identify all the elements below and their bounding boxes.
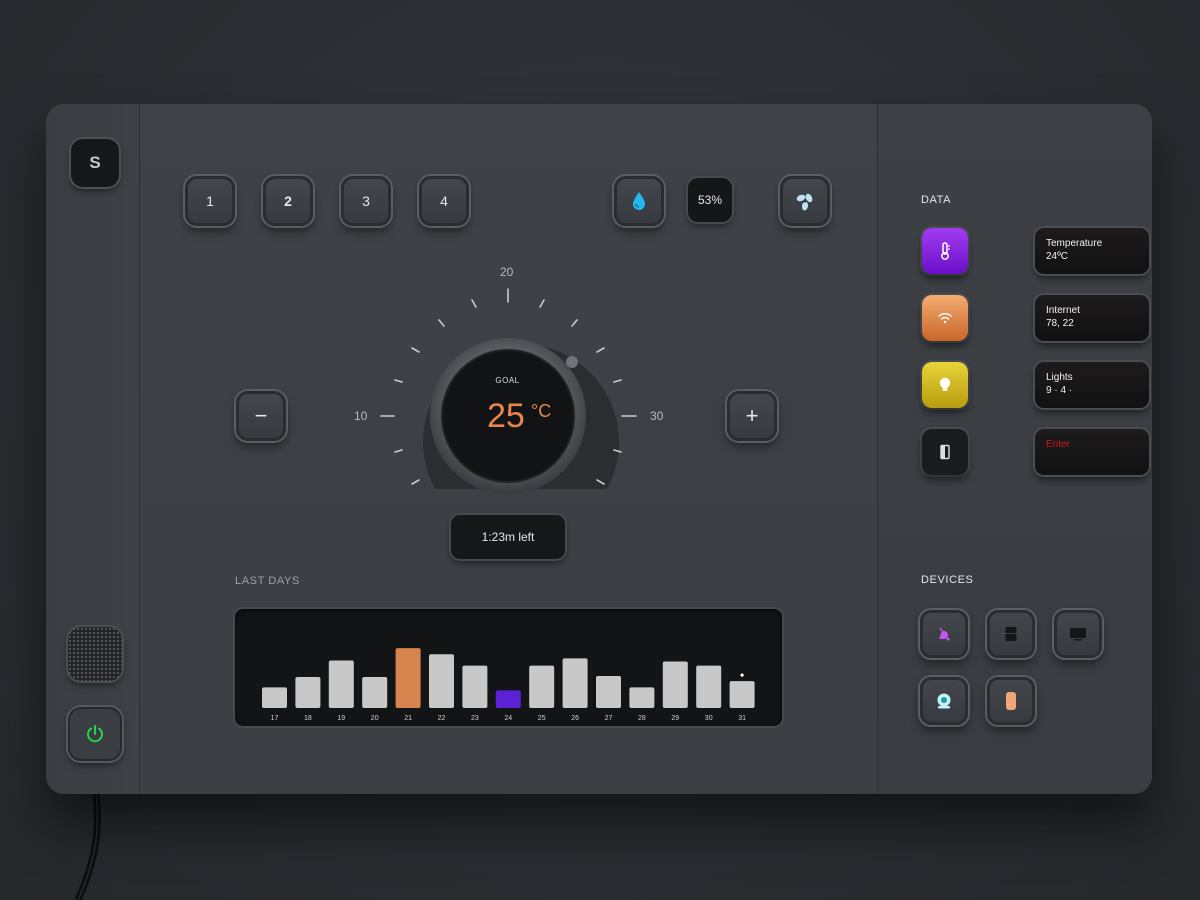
chart-tick-label: 23	[471, 715, 479, 722]
chart-bar-20	[362, 677, 388, 708]
chart-tick-label: 29	[671, 715, 679, 722]
minus-icon: −	[254, 403, 268, 428]
center-panel: 1 2 3 4 53% GOAL 25 °C 20 10 30 − + 1:23…	[140, 104, 878, 794]
goal-label: GOAL	[495, 376, 520, 385]
chart-bar-24	[495, 690, 521, 708]
wifi-icon	[938, 313, 952, 324]
last-days-chart: 17 18 19 20 21 22 23 24 25 26 27 28 29 30 31	[235, 609, 782, 726]
chart-tick-label: 31	[738, 715, 746, 722]
temperature-unit: °C	[531, 401, 552, 421]
internet-value: 78, 22	[1046, 318, 1074, 329]
time-left-display: 1:23m left	[451, 515, 565, 559]
lights-label: Lights	[1046, 372, 1073, 383]
vacuum-device-button[interactable]	[920, 610, 968, 658]
chart-tick-label: 26	[571, 715, 579, 722]
tv-icon	[1070, 628, 1086, 641]
bar-chart: 17 18 19 20 21 22 23 24 25 26 27 28 29 30 31	[262, 648, 755, 722]
lights-value: 9 · 4 ·	[1046, 385, 1073, 396]
vacuum-icon	[939, 627, 950, 641]
devices-title: DEVICES	[921, 574, 974, 586]
enter-label: Enter	[1046, 439, 1070, 450]
chart-tick-label: 21	[404, 715, 412, 722]
control-panel-device: S 1 2 3 4 53% GOAL 25 °C 20 10 30 − + 1:…	[46, 104, 1152, 794]
scale-label-right: 30	[650, 409, 664, 423]
enter-app-icon[interactable]	[922, 429, 968, 475]
chart-bar-21	[395, 648, 421, 708]
left-strip: S	[46, 104, 140, 794]
power-button[interactable]	[68, 707, 122, 761]
scale-label-top: 20	[500, 265, 514, 279]
chart-bar-27	[596, 675, 621, 708]
speaker-device-button[interactable]	[987, 677, 1035, 725]
chart-tick-label: 17	[271, 715, 279, 722]
decrease-temp-button[interactable]: −	[236, 391, 286, 441]
chart-tick-label: 20	[371, 715, 379, 722]
chart-tick-label: 28	[638, 715, 646, 722]
data-title: DATA	[921, 194, 952, 206]
chart-bar-26	[562, 658, 588, 708]
current-day-dot	[740, 673, 744, 677]
temperature-app-icon[interactable]	[922, 228, 968, 274]
power-icon	[87, 725, 103, 743]
chart-bar-25	[529, 665, 555, 708]
lights-app-icon[interactable]	[922, 362, 968, 408]
plus-icon: +	[745, 403, 759, 428]
chart-tick-label: 25	[538, 715, 546, 722]
fridge-icon	[1005, 627, 1017, 641]
time-left-text: 1:23m left	[481, 530, 535, 544]
chart-bar-23	[462, 665, 488, 708]
chart-bar-31	[729, 681, 755, 708]
temperature-card[interactable]: Temperature 24ºC	[1035, 228, 1149, 274]
increase-temp-button[interactable]: +	[727, 391, 777, 441]
door-icon	[940, 444, 950, 460]
logo-letter: S	[89, 153, 101, 172]
enter-card[interactable]: Enter	[1035, 429, 1149, 475]
chart-section-title: LAST DAYS	[235, 575, 300, 587]
chart-tick-label: 27	[605, 715, 613, 722]
camera-icon	[937, 693, 951, 709]
chart-bar-30	[696, 665, 722, 708]
internet-card[interactable]: Internet 78, 22	[1035, 295, 1149, 341]
chart-bar-17	[262, 687, 287, 708]
internet-app-icon[interactable]	[922, 295, 968, 341]
goal-temperature: 25	[487, 397, 525, 435]
logo-button[interactable]: S	[71, 139, 119, 187]
chart-bar-22	[429, 654, 454, 708]
speaker-icon	[1006, 692, 1016, 710]
chart-tick-label: 24	[504, 715, 512, 722]
chart-tick-label: 30	[705, 715, 713, 722]
camera-device-button[interactable]	[920, 677, 968, 725]
chart-tick-label: 19	[337, 715, 345, 722]
fridge-device-button[interactable]	[987, 610, 1035, 658]
chart-tick-label: 22	[438, 715, 446, 722]
bulb-icon	[939, 377, 951, 391]
internet-label: Internet	[1046, 305, 1080, 316]
chart-tick-label: 18	[304, 715, 312, 722]
chart-bar-19	[328, 660, 354, 708]
thermometer-icon	[941, 242, 950, 260]
tv-device-button[interactable]	[1054, 610, 1102, 658]
temperature-value: 24ºC	[1046, 251, 1068, 262]
chart-bar-18	[295, 677, 321, 708]
lights-card[interactable]: Lights 9 · 4 ·	[1035, 362, 1149, 408]
microphone-grille	[68, 627, 122, 681]
temperature-label: Temperature	[1046, 238, 1103, 249]
chart-bar-28	[629, 687, 655, 708]
scale-label-left: 10	[354, 409, 368, 423]
chart-bar-29	[662, 661, 688, 708]
right-panel: DATA Temperature 24ºC Internet 78, 22 Li…	[878, 104, 1152, 794]
